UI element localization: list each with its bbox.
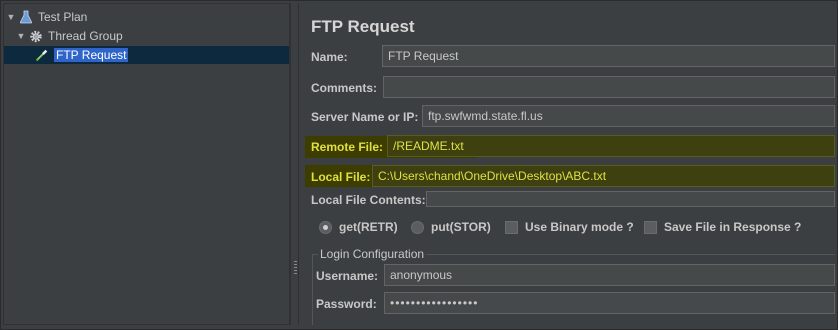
get-radio-label: get(RETR) xyxy=(339,220,398,234)
tree-item-test-plan[interactable]: ▼ Test Plan xyxy=(6,8,88,26)
tree-item-label: Test Plan xyxy=(38,10,88,24)
username-label: Username: xyxy=(316,269,379,283)
test-plan-tree: ▼ Test Plan ▼ Thread Group FTP Request xyxy=(3,3,290,325)
pipette-icon xyxy=(35,48,49,62)
name-label: Name: xyxy=(311,50,348,64)
tree-item-label: FTP Request xyxy=(54,48,129,62)
expand-arrow-icon[interactable]: ▼ xyxy=(16,31,26,41)
name-field[interactable]: FTP Request xyxy=(382,45,835,67)
save-response-label: Save File in Response ? xyxy=(664,220,802,234)
binary-mode-checkbox[interactable] xyxy=(505,221,518,234)
get-radio[interactable] xyxy=(319,221,332,234)
save-response-checkbox[interactable] xyxy=(644,221,657,234)
page-title: FTP Request xyxy=(311,17,415,36)
local-contents-field[interactable] xyxy=(426,191,835,207)
comments-field[interactable] xyxy=(383,76,835,98)
local-file-field[interactable]: C:\Users\chand\OneDrive\Desktop\ABC.txt xyxy=(372,165,835,187)
local-file-label: Local File: xyxy=(311,170,371,184)
tree-item-ftp-request[interactable]: FTP Request xyxy=(35,46,129,64)
remote-file-label: Remote File: xyxy=(311,140,384,154)
tree-item-label: Thread Group xyxy=(48,29,123,43)
server-label: Server Name or IP: xyxy=(311,110,419,124)
password-field[interactable]: ••••••••••••••••• xyxy=(384,292,835,314)
put-radio-label: put(STOR) xyxy=(431,220,491,234)
tree-item-thread-group[interactable]: ▼ Thread Group xyxy=(16,27,123,45)
login-configuration-legend: Login Configuration xyxy=(318,247,427,261)
remote-file-field[interactable]: /README.txt xyxy=(387,135,835,157)
local-contents-label: Local File Contents: xyxy=(311,193,426,207)
server-field[interactable]: ftp.swfwmd.state.fl.us xyxy=(422,105,835,127)
put-radio[interactable] xyxy=(411,221,424,234)
comments-label: Comments: xyxy=(311,81,378,95)
ftp-request-panel: FTP Request Name: FTP Request Comments: … xyxy=(300,3,835,325)
flask-icon xyxy=(19,10,33,24)
gear-icon xyxy=(29,29,43,43)
splitter-grip-icon[interactable] xyxy=(294,261,297,275)
username-field[interactable]: anonymous xyxy=(384,264,835,286)
panel-splitter[interactable] xyxy=(290,3,299,325)
binary-mode-label: Use Binary mode ? xyxy=(525,220,634,234)
expand-arrow-icon[interactable]: ▼ xyxy=(6,12,16,22)
password-label: Password: xyxy=(316,297,377,311)
